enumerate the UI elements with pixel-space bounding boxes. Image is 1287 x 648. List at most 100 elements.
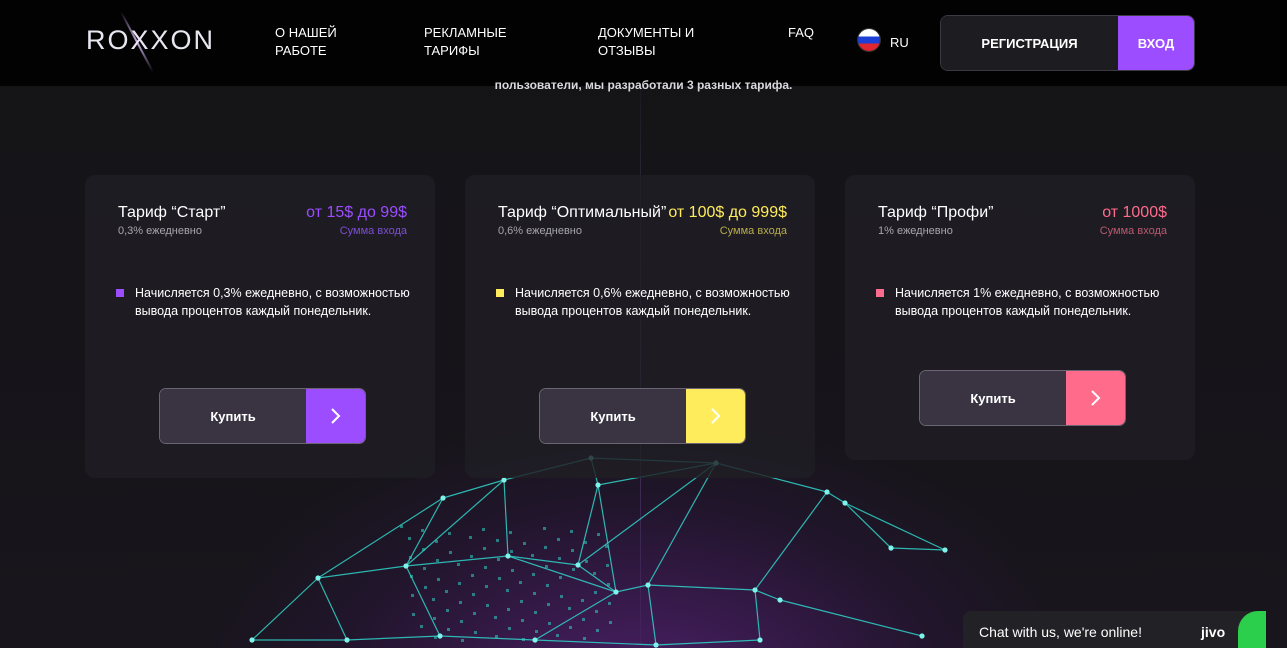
nav-about[interactable]: О НАШЕЙ РАБОТЕ xyxy=(275,24,337,60)
network-edge xyxy=(507,555,617,593)
buy-button-optimal[interactable]: Купить xyxy=(539,388,746,444)
register-button[interactable]: РЕГИСТРАЦИЯ xyxy=(941,16,1118,70)
plan-card-start: Тариф “Старт” 0,3% ежедневно от 15$ до 9… xyxy=(85,175,435,478)
network-node xyxy=(532,637,538,643)
russia-flag-icon[interactable] xyxy=(858,29,880,51)
plan-description: Начисляется 0,6% ежедневно, с возможност… xyxy=(515,286,790,318)
map-dot xyxy=(420,625,423,628)
map-dot xyxy=(461,639,464,642)
map-dot xyxy=(408,537,411,540)
map-dot xyxy=(483,547,486,550)
map-dot xyxy=(569,626,572,629)
network-edge xyxy=(503,479,509,557)
bullet-icon xyxy=(496,289,504,297)
plan-price-label: Сумма входа xyxy=(1099,225,1167,237)
map-dot xyxy=(446,609,449,612)
network-edge xyxy=(890,547,946,551)
leaf-icon xyxy=(1238,611,1266,648)
network-edge xyxy=(405,497,444,567)
map-dot xyxy=(522,638,525,641)
map-dot xyxy=(495,635,498,638)
map-dot xyxy=(605,545,608,548)
network-edge xyxy=(317,577,348,641)
buy-button-start[interactable]: Купить xyxy=(159,388,366,444)
map-dot xyxy=(412,613,415,616)
site-logo[interactable]: ROXXON xyxy=(86,25,215,56)
network-edge xyxy=(754,589,761,641)
plan-price-label: Сумма входа xyxy=(719,225,787,237)
network-edge xyxy=(577,564,617,593)
bullet-icon xyxy=(116,289,124,297)
jivo-logo: jivo xyxy=(1201,624,1226,640)
map-dot xyxy=(449,551,452,554)
map-dot xyxy=(411,594,414,597)
map-dot xyxy=(460,620,463,623)
nav-tariffs[interactable]: РЕКЛАМНЫЕ ТАРИФЫ xyxy=(424,24,507,60)
network-node xyxy=(653,642,659,648)
map-dot xyxy=(496,539,499,542)
language-selector[interactable]: RU xyxy=(890,35,909,50)
network-node xyxy=(645,582,651,588)
network-node xyxy=(757,637,763,643)
map-dot xyxy=(560,595,563,598)
network-edge xyxy=(405,479,505,567)
map-dot xyxy=(609,621,612,624)
map-dot xyxy=(482,528,485,531)
map-dot xyxy=(585,560,588,563)
map-dot xyxy=(606,564,609,567)
map-dot xyxy=(523,542,526,545)
map-dot xyxy=(570,530,573,533)
map-dot xyxy=(445,590,448,593)
map-dot xyxy=(422,548,425,551)
map-dot xyxy=(498,577,501,580)
map-dot xyxy=(448,532,451,535)
nav-documents[interactable]: ДОКУМЕНТЫ И ОТЗЫВЫ xyxy=(598,24,694,60)
chat-text: Chat with us, we're online! xyxy=(979,624,1142,640)
site-header: ROXXON О НАШЕЙ РАБОТЕ РЕКЛАМНЫЕ ТАРИФЫ Д… xyxy=(0,0,1287,86)
map-dot xyxy=(506,589,509,592)
login-button[interactable]: ВХОД xyxy=(1118,16,1194,70)
buy-label: Купить xyxy=(160,389,306,443)
map-dot xyxy=(595,610,598,613)
map-dot xyxy=(556,634,559,637)
network-node xyxy=(344,637,350,643)
map-dot xyxy=(423,567,426,570)
map-dot xyxy=(543,527,546,530)
map-dot xyxy=(469,536,472,539)
network-edge xyxy=(442,479,505,499)
network-node xyxy=(842,500,848,506)
map-dot xyxy=(434,636,437,639)
network-node xyxy=(752,587,758,593)
buy-button-pro[interactable]: Купить xyxy=(919,370,1126,426)
map-dot xyxy=(558,557,561,560)
nav-faq[interactable]: FAQ xyxy=(788,24,814,42)
network-node xyxy=(437,633,443,639)
network-edge xyxy=(346,635,441,641)
network-edge xyxy=(534,639,657,646)
network-edge xyxy=(251,577,319,641)
chat-widget[interactable]: Chat with us, we're online! jivo xyxy=(963,611,1266,648)
map-dot xyxy=(557,538,560,541)
map-dot xyxy=(547,603,550,606)
map-dot xyxy=(485,585,488,588)
map-dot xyxy=(473,612,476,615)
map-dot xyxy=(559,576,562,579)
network-edge xyxy=(647,584,657,646)
map-dot xyxy=(409,556,412,559)
map-dot xyxy=(497,558,500,561)
map-dot xyxy=(546,584,549,587)
map-dot xyxy=(437,578,440,581)
map-dot xyxy=(521,619,524,622)
network-node xyxy=(249,637,255,643)
map-dot xyxy=(459,601,462,604)
chevron-right-icon xyxy=(686,389,745,443)
plan-rate: 0,3% ежедневно xyxy=(118,225,203,237)
map-dot xyxy=(508,627,511,630)
plan-card-pro: Тариф “Профи” 1% ежедневно от 1000$ Сумм… xyxy=(845,175,1195,460)
network-node xyxy=(888,545,894,551)
network-edge xyxy=(647,462,717,586)
map-dot xyxy=(510,550,513,553)
map-dot xyxy=(582,618,585,621)
network-edge xyxy=(826,491,846,504)
network-edge xyxy=(655,639,761,646)
